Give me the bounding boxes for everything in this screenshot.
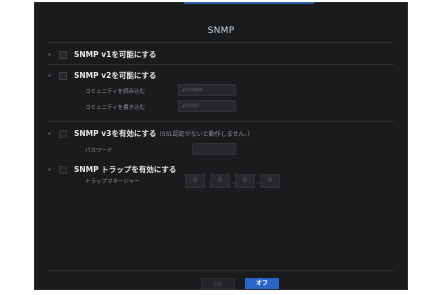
snmp-v2-label: SNMP v2を可能にする bbox=[74, 71, 157, 80]
snmp-v3-note: (SSL認証がないと動作しません。) bbox=[159, 131, 250, 138]
ip-separator: . bbox=[207, 178, 210, 186]
snmp-trap-label: SNMP トラップを有効にする bbox=[74, 165, 177, 174]
snmp-v3-checkbox[interactable] bbox=[59, 129, 67, 138]
read-community-label: コミュニティを読み込む bbox=[85, 89, 146, 95]
snmp-trap-row: SNMP トラップを有効にする bbox=[48, 164, 176, 175]
bullet-icon bbox=[48, 74, 51, 77]
dialog-title: SNMP bbox=[207, 26, 235, 36]
read-community-input[interactable]: private bbox=[178, 84, 236, 96]
write-community-input[interactable]: public bbox=[178, 100, 236, 112]
section-divider bbox=[48, 121, 394, 122]
snmp-v3-label: SNMP v3を有効にする bbox=[74, 129, 157, 138]
ip-separator: . bbox=[257, 178, 260, 186]
footer-divider bbox=[48, 270, 394, 271]
bullet-icon bbox=[48, 168, 51, 171]
trap-ip-octet-4[interactable]: 0 bbox=[260, 174, 280, 188]
write-community-label: コミュニティを書き込む bbox=[85, 105, 146, 111]
trap-ip-octet-1[interactable]: 0 bbox=[185, 174, 205, 188]
ok-button[interactable]: OK bbox=[201, 278, 235, 289]
snmp-v3-row: SNMP v3を有効にする (SSL認証がないと動作しません。) bbox=[48, 128, 250, 139]
snmp-v2-row: SNMP v2を可能にする bbox=[48, 70, 156, 81]
bullet-icon bbox=[48, 132, 51, 135]
trap-ip-octet-2[interactable]: 0 bbox=[210, 174, 230, 188]
snmp-dialog: SNMP SNMP v1を可能にする SNMP v2を可能にする コミュニティを… bbox=[34, 2, 408, 290]
password-input[interactable] bbox=[192, 143, 236, 155]
title-divider bbox=[48, 42, 394, 43]
ip-separator: . bbox=[232, 178, 235, 186]
snmp-v1-checkbox[interactable] bbox=[59, 50, 67, 59]
trap-ip-octet-3[interactable]: 0 bbox=[235, 174, 255, 188]
dialog-accent-bar bbox=[184, 2, 314, 4]
password-label: パスワード bbox=[85, 148, 113, 154]
snmp-v1-row: SNMP v1を可能にする bbox=[48, 49, 156, 60]
trap-manager-label: トラップマネージャー bbox=[85, 179, 140, 185]
bullet-icon bbox=[48, 53, 51, 56]
snmp-v1-label: SNMP v1を可能にする bbox=[74, 50, 157, 59]
section-divider bbox=[48, 64, 394, 65]
snmp-trap-checkbox[interactable] bbox=[59, 165, 67, 174]
snmp-v2-checkbox[interactable] bbox=[59, 71, 67, 80]
cancel-button[interactable]: オフ bbox=[245, 278, 279, 289]
